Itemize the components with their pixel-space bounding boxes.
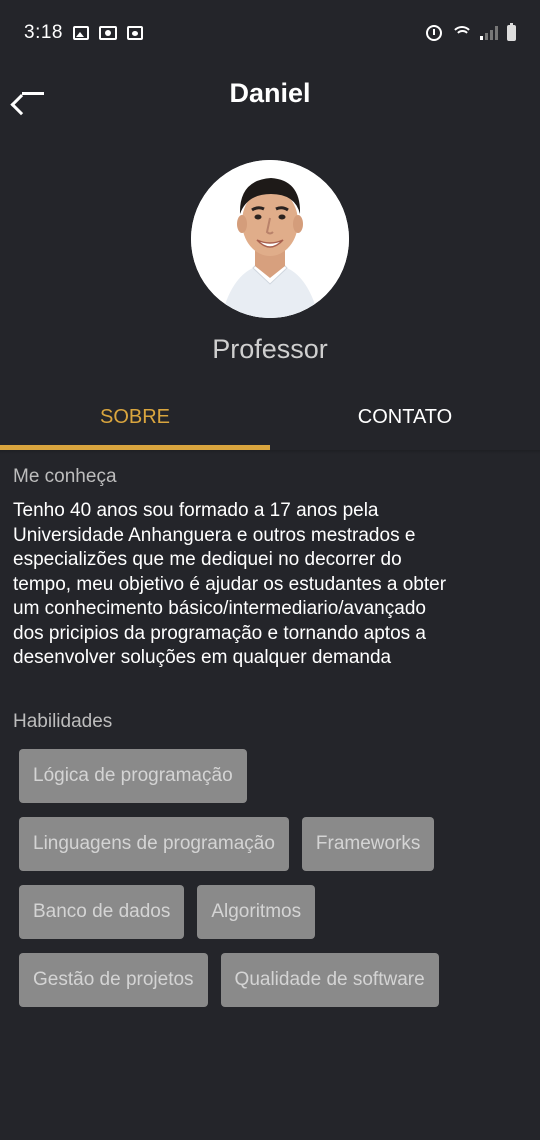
skill-chip[interactable]: Frameworks: [301, 817, 435, 871]
status-bar-right: [426, 23, 516, 41]
skills-chip-group: Lógica de programação Linguagens de prog…: [19, 749, 519, 1021]
skill-chip[interactable]: Linguagens de programação: [19, 817, 289, 871]
page-title: Daniel: [229, 78, 311, 108]
about-line: especializões que me dediquei no decorre…: [13, 549, 402, 570]
skill-chip[interactable]: Algoritmos: [197, 885, 316, 939]
skills-heading: Habilidades: [13, 711, 113, 732]
avatar: [191, 160, 349, 318]
app-notification-icon: [126, 26, 143, 40]
tab-sobre-label: SOBRE: [99, 406, 171, 428]
about-line: Tenho 40 anos sou formado a 17 anos pela: [13, 500, 379, 521]
status-bar-left: 3:18: [24, 22, 143, 44]
about-line: tempo, meu objetivo é ajudar os estudant…: [13, 573, 447, 595]
about-line: desenvolver soluções em qualquer demanda: [13, 647, 392, 668]
wifi-icon: [451, 26, 471, 40]
chip-row: Banco de dados Algoritmos: [19, 885, 519, 939]
about-line: Universidade Anhanguera e outros mestrad…: [13, 524, 416, 546]
profile-photo: [191, 160, 349, 318]
tab-contato-label: CONTATO: [357, 406, 453, 428]
about-text: Tenho 40 anos sou formado a 17 anos pela…: [13, 499, 483, 671]
image-icon: [72, 26, 89, 40]
skill-chip[interactable]: Qualidade de software: [220, 953, 439, 1007]
about-heading: Me conheça: [13, 466, 117, 487]
profile-screen: 3:18 Daniel Professor SOBRE CONTATO Me c…: [0, 0, 540, 1140]
signal-icon: [480, 26, 498, 40]
about-line: um conhecimento básico/intermediario/ava…: [13, 598, 426, 619]
app-bar: Daniel: [0, 66, 540, 128]
chip-row: Linguagens de programação Frameworks: [19, 817, 519, 871]
skill-chip[interactable]: Banco de dados: [19, 885, 185, 939]
chip-row: Gestão de projetos Qualidade de software: [19, 953, 519, 1007]
battery-icon: [507, 23, 516, 41]
tab-divider: [0, 450, 540, 454]
chip-row: Lógica de programação: [19, 749, 519, 803]
status-bar: 3:18: [0, 0, 540, 66]
camera-notification-icon: [98, 26, 117, 40]
tab-contato[interactable]: CONTATO: [270, 390, 540, 450]
tab-bar: SOBRE CONTATO: [0, 390, 540, 450]
alarm-icon: [426, 25, 442, 41]
skill-chip[interactable]: Gestão de projetos: [19, 953, 208, 1007]
about-line: dos pricipios da programação e tornando …: [13, 622, 426, 644]
status-time: 3:18: [24, 22, 63, 43]
profile-role: Professor: [212, 334, 328, 364]
skill-chip[interactable]: Lógica de programação: [19, 749, 247, 803]
tab-sobre[interactable]: SOBRE: [0, 390, 270, 450]
